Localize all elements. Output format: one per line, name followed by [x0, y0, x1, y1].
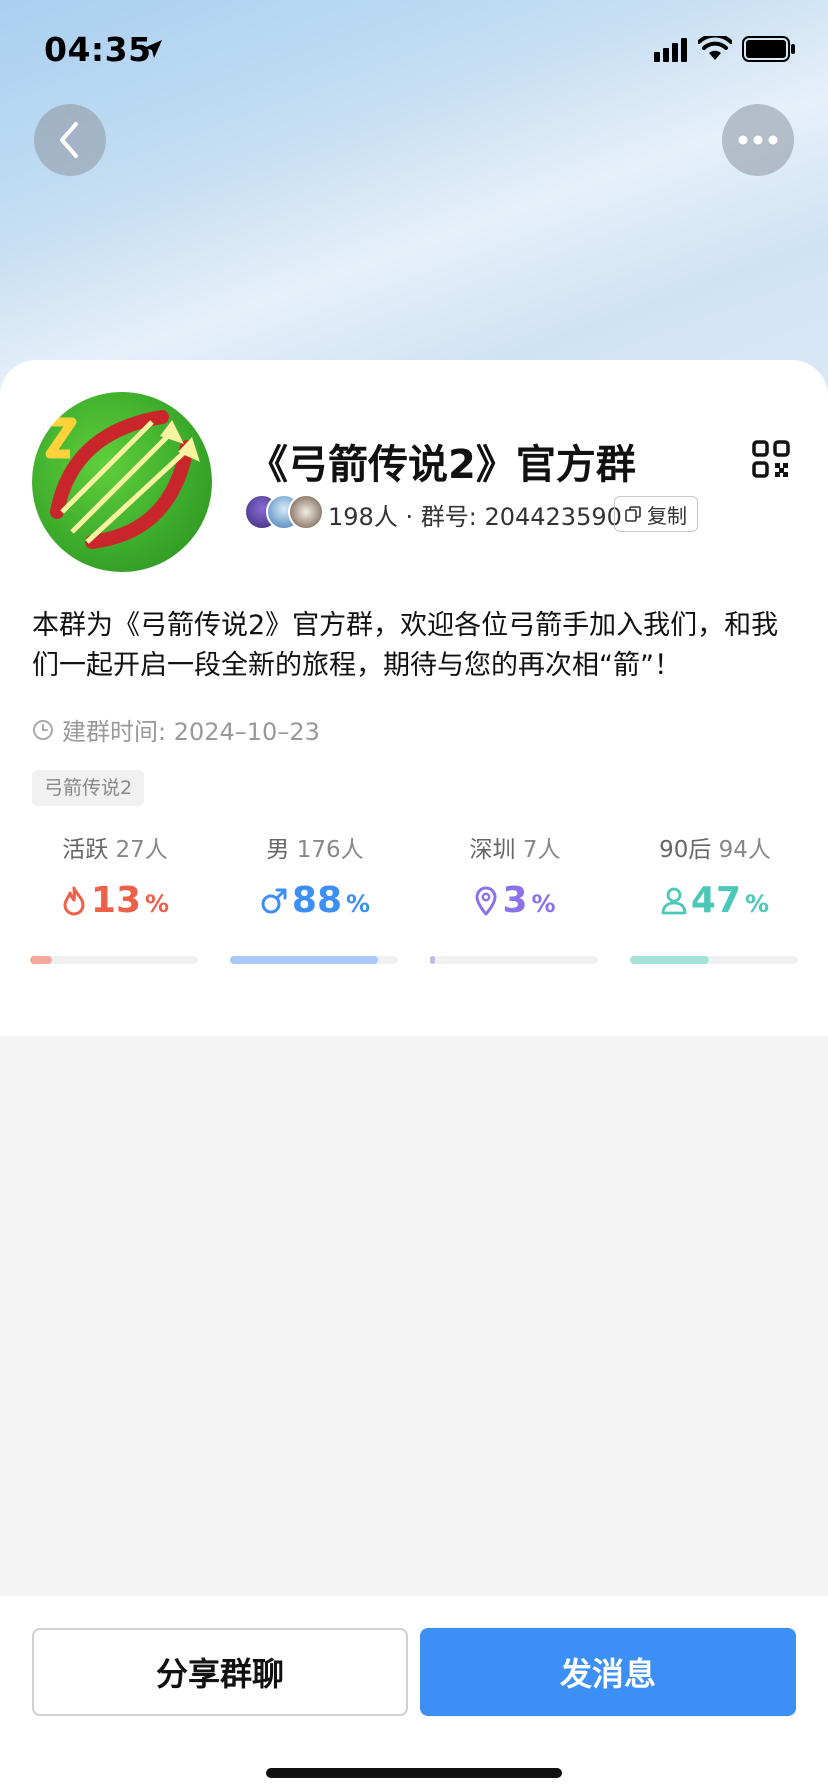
- group-description: 本群为《弓箭传说2》官方群，欢迎各位弓箭手加入我们，和我们一起开启一段全新的旅程…: [32, 610, 779, 681]
- stat-percent: 47: [690, 880, 742, 921]
- copy-icon: [625, 506, 641, 522]
- flame-icon: [63, 886, 85, 915]
- chevron-left-icon: [60, 122, 78, 158]
- stat-label: 活跃 27人: [62, 837, 168, 863]
- location-icon: [475, 886, 497, 915]
- group-title: 《弓箭传说2》官方群: [248, 442, 636, 488]
- member-avatars[interactable]: [244, 494, 324, 530]
- created-date: 建群时间: 2024–10–23: [32, 712, 320, 747]
- clock-icon: [33, 719, 53, 740]
- stat-label: 男 176人: [266, 837, 364, 863]
- stat-location[interactable]: 深圳 7人 3 %: [430, 830, 630, 970]
- stat-bar: [630, 956, 798, 964]
- group-avatar[interactable]: [32, 392, 212, 572]
- status-bar: 04:35: [0, 0, 828, 100]
- copy-button[interactable]: 复制: [614, 496, 698, 532]
- stat-value: 13 %: [30, 880, 200, 921]
- group-tag[interactable]: 弓箭传说2: [32, 770, 145, 806]
- stat-unit: %: [145, 890, 170, 918]
- copy-label: 复制: [647, 503, 687, 528]
- location-arrow-icon: [144, 40, 162, 58]
- bottom-action-bar: 分享群聊 发消息: [0, 1596, 828, 1792]
- stat-bar-fill: [430, 956, 435, 964]
- stat-bar-fill: [30, 956, 52, 964]
- status-time: 04:35: [44, 30, 152, 69]
- stat-value: 88 %: [230, 880, 400, 921]
- more-dots-icon: [738, 135, 778, 145]
- home-indicator: [266, 1768, 562, 1778]
- cellular-signal-icon: [654, 38, 687, 62]
- more-options-button[interactable]: [722, 104, 794, 176]
- wifi-icon: [698, 36, 732, 60]
- back-button[interactable]: [34, 104, 106, 176]
- stat-percent: 88: [291, 880, 343, 921]
- group-number: 群号: 204423590: [420, 503, 622, 531]
- stat-label: 深圳 7人: [469, 837, 561, 863]
- stat-unit: %: [346, 890, 371, 918]
- battery-icon: [742, 36, 795, 62]
- stat-value: 47 %: [630, 880, 800, 921]
- male-icon: [261, 888, 287, 913]
- group-meta: 198人 · 群号: 204423590: [328, 497, 622, 532]
- created-label: 建群时间: 2024–10–23: [62, 718, 320, 746]
- stat-label: 90后 94人: [659, 837, 771, 863]
- stat-value: 3 %: [430, 880, 600, 921]
- stats-row: 活跃 27人 13 % 男 176人 88 % 深圳 7人 3 % 90后 94…: [0, 830, 828, 970]
- stat-bar-fill: [630, 956, 709, 964]
- bow-arrow-logo-icon: [42, 410, 200, 549]
- stat-gender[interactable]: 男 176人 88 %: [230, 830, 430, 970]
- share-group-button[interactable]: 分享群聊: [32, 1628, 408, 1716]
- avatar: [288, 494, 324, 530]
- stat-active[interactable]: 活跃 27人 13 %: [30, 830, 230, 970]
- member-count: 198人: [328, 503, 398, 531]
- stat-percent: 13: [90, 880, 142, 921]
- stat-bar: [30, 956, 198, 964]
- stat-bar: [230, 956, 398, 964]
- stat-unit: %: [745, 890, 770, 918]
- group-info-card: 《弓箭传说2》官方群 198人 · 群号: 204423590 复制 本群为《弓…: [0, 360, 828, 1036]
- qr-code-icon[interactable]: [752, 440, 790, 478]
- stat-age[interactable]: 90后 94人 47 %: [630, 830, 828, 970]
- send-message-button[interactable]: 发消息: [420, 1628, 796, 1716]
- stat-bar: [430, 956, 598, 964]
- person-icon: [661, 887, 687, 914]
- stat-unit: %: [531, 890, 556, 918]
- meta-separator: ·: [405, 503, 414, 531]
- stat-percent: 3: [502, 880, 528, 921]
- stat-bar-fill: [230, 956, 378, 964]
